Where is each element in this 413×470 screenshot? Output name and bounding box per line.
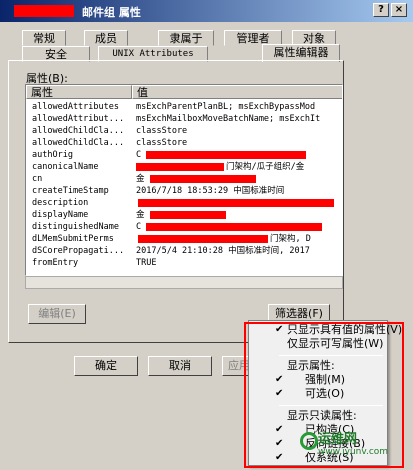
attr-value: 门架构, D <box>270 234 311 244</box>
tab-general[interactable]: 常规 <box>22 30 66 46</box>
attribute-list[interactable]: 属性 值 allowedAttributes msExchParentPlanB… <box>25 84 343 276</box>
watermark-url: www.iyunv.com <box>318 447 389 457</box>
table-row[interactable]: fromEntry TRUE <box>26 257 342 269</box>
attr-value: 2016/7/18 18:53:29 中国标准时间 <box>136 186 285 196</box>
tab-member-of[interactable]: 隶属于 <box>158 30 214 46</box>
attr-name: distinguishedName <box>32 222 119 232</box>
attr-name: allowedAttributes <box>32 102 119 112</box>
table-row[interactable]: dSCorePropagati... 2017/5/4 21:10:28 中国标… <box>26 245 342 257</box>
attr-name: dLMemSubmitPerms <box>32 234 114 244</box>
attr-name: canonicalName <box>32 162 99 172</box>
attr-value: msExchMailboxMoveBatchName; msExchIt <box>136 114 321 124</box>
attr-name: allowedChildCla... <box>32 126 125 136</box>
table-row[interactable]: dLMemSubmitPerms 门架构, D <box>26 233 342 245</box>
table-row[interactable]: authOrig C <box>26 149 342 161</box>
attr-value: classStore <box>136 138 188 148</box>
watermark: 运维网 www.iyunv.com <box>318 428 388 457</box>
attr-name: createTimeStamp <box>32 186 109 196</box>
table-row[interactable]: cn 金 <box>26 173 342 185</box>
attr-name: dSCorePropagati... <box>32 246 125 256</box>
redaction <box>150 175 256 183</box>
table-row[interactable]: allowedAttributes msExchParentPlanBL; ms… <box>26 101 342 113</box>
attr-name: allowedChildCla... <box>32 138 125 148</box>
attr-name: description <box>32 198 89 208</box>
table-row[interactable]: createTimeStamp 2016/7/18 18:53:29 中国标准时… <box>26 185 342 197</box>
table-row[interactable]: description <box>26 197 342 209</box>
column-attribute[interactable]: 属性 <box>26 85 132 99</box>
attr-value: 门架构/瓜子组织/金 <box>226 162 305 172</box>
table-row[interactable]: distinguishedName C <box>26 221 342 233</box>
redaction <box>146 223 322 231</box>
table-row[interactable]: canonicalName 门架构/瓜子组织/金 <box>26 161 342 173</box>
watermark-logo-icon <box>300 432 318 450</box>
redaction <box>14 5 74 17</box>
table-row[interactable]: allowedChildCla... classStore <box>26 125 342 137</box>
redaction <box>138 199 334 207</box>
tab-members[interactable]: 成员 <box>84 30 128 46</box>
horizontal-scrollbar[interactable] <box>25 276 343 289</box>
attr-value: 2017/5/4 21:10:28 中国标准时间, 2017 <box>136 246 310 256</box>
attr-name: displayName <box>32 210 89 220</box>
table-row[interactable]: allowedChildCla... classStore <box>26 137 342 149</box>
list-header: 属性 值 <box>26 85 342 99</box>
cancel-button[interactable]: 取消 <box>148 356 212 376</box>
title-bar: 邮件组 属性 ? × <box>0 0 413 22</box>
redaction <box>146 151 306 159</box>
redaction <box>138 235 268 243</box>
attr-name: cn <box>32 174 43 184</box>
close-button[interactable]: × <box>391 3 407 17</box>
attr-name: fromEntry <box>32 258 79 268</box>
attr-name: allowedAttribut... <box>32 114 125 124</box>
redaction <box>150 211 226 219</box>
watermark-name: 运维网 <box>318 432 358 447</box>
help-title-button[interactable]: ? <box>373 3 389 17</box>
table-row[interactable]: allowedAttribut... msExchMailboxMoveBatc… <box>26 113 342 125</box>
ok-button[interactable]: 确定 <box>74 356 138 376</box>
edit-button[interactable]: 编辑(E) <box>28 304 86 324</box>
attr-name: authOrig <box>32 150 73 160</box>
table-row[interactable]: displayName 金 <box>26 209 342 221</box>
attr-value: TRUE <box>136 258 157 268</box>
attr-value: classStore <box>136 126 188 136</box>
column-value[interactable]: 值 <box>132 85 342 99</box>
attr-value: msExchParentPlanBL; msExchBypassMod <box>136 102 316 112</box>
redaction <box>136 163 224 171</box>
window-title: 邮件组 属性 <box>82 6 141 19</box>
